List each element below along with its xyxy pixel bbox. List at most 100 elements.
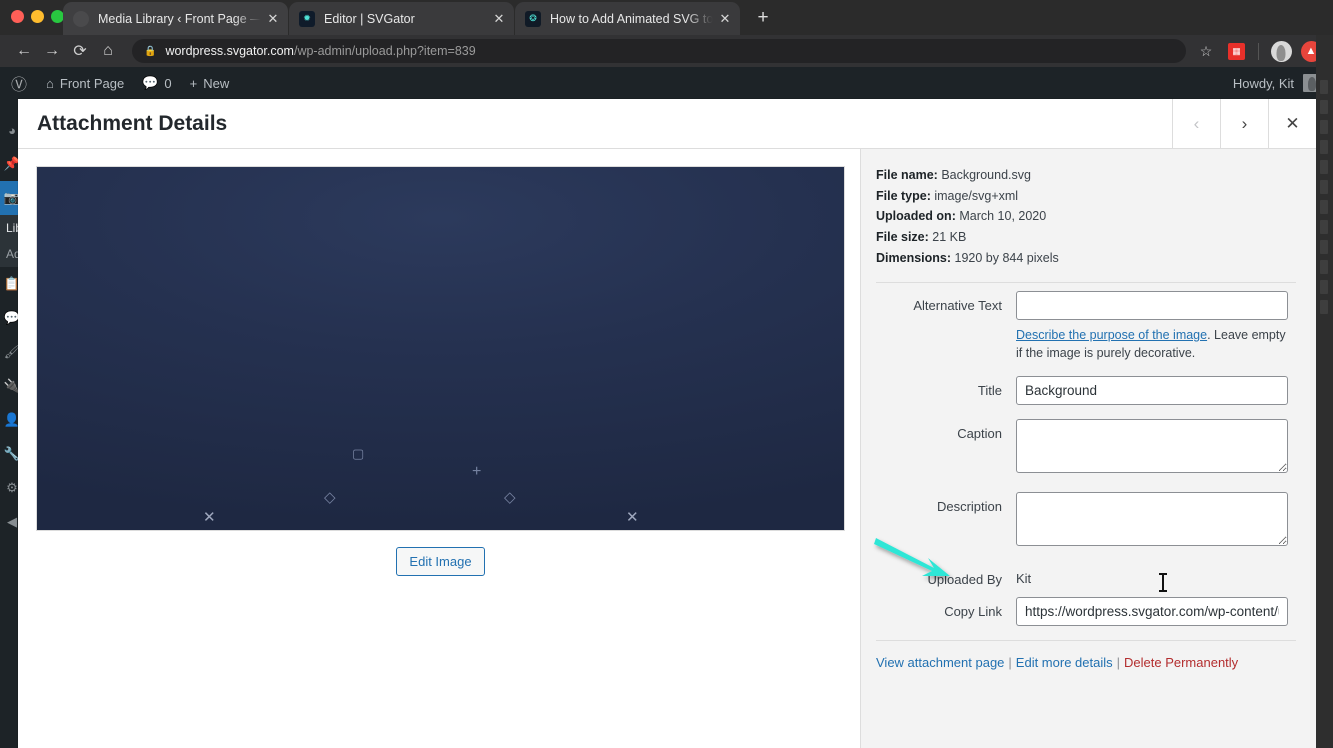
home-icon[interactable]: ⌂ <box>94 37 122 65</box>
new-tab-button[interactable]: + <box>749 4 777 32</box>
meta-file-type-value: image/svg+xml <box>934 188 1019 203</box>
metadata-divider <box>876 282 1296 284</box>
close-modal-button[interactable]: ✕ <box>1268 99 1316 148</box>
title-label: Title <box>977 383 1002 399</box>
toolbar-divider <box>1258 42 1259 60</box>
back-icon[interactable]: ← <box>10 37 38 65</box>
browser-tab-2-close-icon[interactable]: ✕ <box>490 10 508 28</box>
attachment-metadata: File name: Background.svg File type: ima… <box>876 165 1296 268</box>
describe-purpose-link[interactable]: Describe the purpose of the image <box>1016 328 1207 342</box>
description-textarea[interactable] <box>1016 492 1288 547</box>
footer-divider <box>876 640 1296 642</box>
meta-uploaded-on: Uploaded on: March 10, 2020 <box>876 206 1296 227</box>
browser-tab-2[interactable]: ✹ Editor | SVGator ✕ <box>289 2 514 35</box>
toolbar-icons: ☆ ▦ ▲ <box>1194 39 1323 63</box>
attachment-details-modal: Attachment Details ‹ › ✕ ▢ + ◇ ◇ ✕ ✕ Edi… <box>18 99 1316 748</box>
meta-file-type-label: File type: <box>876 188 931 203</box>
meta-uploaded-on-label: Uploaded on: <box>876 209 956 224</box>
browser-tab-1-close-icon[interactable]: ✕ <box>264 10 282 28</box>
copy-link-label: Copy Link <box>944 604 1002 620</box>
description-control <box>1016 492 1296 551</box>
meta-file-name: File name: Background.svg <box>876 165 1296 186</box>
adminbar-comments[interactable]: 💬 0 <box>133 67 180 99</box>
next-attachment-button[interactable]: › <box>1220 99 1268 148</box>
url-path: /wp-admin/upload.php?item=839 <box>293 44 476 58</box>
page-title: Attachment Details <box>37 111 228 135</box>
title-input[interactable] <box>1016 376 1288 406</box>
caption-textarea[interactable] <box>1016 419 1288 474</box>
link-separator-2: | <box>1116 655 1121 671</box>
delete-permanently-link[interactable]: Delete Permanently <box>1124 655 1238 670</box>
attachment-details-pane: File name: Background.svg File type: ima… <box>860 149 1316 748</box>
meta-dimensions-value: 1920 by 844 pixels <box>954 250 1059 265</box>
browser-tab-3[interactable]: ❂ How to Add Animated SVG to WordPress ✕ <box>515 2 740 35</box>
meta-file-type: File type: image/svg+xml <box>876 186 1296 207</box>
browser-tab-1[interactable]: Media Library ‹ Front Page — WordPress ✕ <box>63 2 288 35</box>
meta-file-name-label: File name: <box>876 168 938 182</box>
browser-tab-3-title: How to Add Animated SVG to WordPress <box>550 11 716 26</box>
caption-label: Caption <box>957 426 1002 442</box>
reload-icon[interactable]: ⟳ <box>66 37 94 65</box>
edit-image-row: Edit Image <box>36 547 845 576</box>
image-background <box>37 167 844 530</box>
forward-icon[interactable]: → <box>38 37 66 65</box>
wordpress-logo-icon[interactable]: Ⓥ <box>0 71 37 95</box>
title-row: Title <box>876 376 1296 406</box>
close-window-button[interactable] <box>11 10 24 23</box>
edit-image-button[interactable]: Edit Image <box>396 547 485 576</box>
browser-tab-3-close-icon[interactable]: ✕ <box>716 10 734 28</box>
link-separator-1: | <box>1008 655 1012 671</box>
home-icon: ⌂ <box>46 75 54 91</box>
plus-shape: + <box>472 463 482 480</box>
adminbar-new[interactable]: + New <box>181 67 239 99</box>
description-label: Description <box>936 499 1002 515</box>
copy-link-row: Copy Link <box>876 597 1296 627</box>
svgator-icon: ✹ <box>299 10 315 27</box>
previous-attachment-button[interactable]: ‹ <box>1172 99 1220 148</box>
meta-file-name-value: Background.svg <box>941 168 1031 182</box>
collapse-arrow-icon: ◀ <box>7 514 17 529</box>
adminbar-howdy: Howdy, Kit <box>1232 75 1294 91</box>
alt-text-row: Alternative Text Describe the purpose of… <box>876 291 1296 362</box>
wp-admin-bar: Ⓥ ⌂ Front Page 💬 0 + New Howdy, Kit <box>0 67 1333 99</box>
meta-file-size-value: 21 KB <box>932 229 967 244</box>
copy-link-input[interactable] <box>1016 597 1288 627</box>
alt-text-hint: Describe the purpose of the image. Leave… <box>1016 326 1288 362</box>
adminbar-site-label: Front Page <box>59 75 125 91</box>
adminbar-comments-count: 0 <box>164 75 172 91</box>
copy-link-control <box>1016 597 1296 627</box>
profile-avatar-icon[interactable] <box>1269 39 1293 63</box>
uploaded-by-value: Kit <box>1016 571 1032 587</box>
screen-root: Media Library ‹ Front Page — WordPress ✕… <box>0 0 1333 748</box>
diamond-shape-left: ◇ <box>324 489 336 506</box>
modal-header: Attachment Details ‹ › ✕ <box>18 99 1316 149</box>
cross-shape-left: ✕ <box>203 509 216 526</box>
browser-tab-bar: Media Library ‹ Front Page — WordPress ✕… <box>0 0 1333 35</box>
browser-tab-2-title: Editor | SVGator <box>324 11 415 26</box>
adminbar-site-name[interactable]: ⌂ Front Page <box>37 67 133 99</box>
grid-extension-icon[interactable]: ▦ <box>1224 39 1248 63</box>
view-attachment-page-link[interactable]: View attachment page <box>876 655 1004 670</box>
meta-uploaded-on-value: March 10, 2020 <box>959 209 1047 224</box>
generic-circle-icon <box>73 10 89 27</box>
edit-more-details-link[interactable]: Edit more details <box>1016 655 1113 670</box>
minimize-window-button[interactable] <box>31 10 44 23</box>
alt-text-control: Describe the purpose of the image. Leave… <box>1016 291 1296 362</box>
url-domain: wordpress.svgator.com <box>165 44 294 58</box>
meta-dimensions-label: Dimensions: <box>876 250 952 265</box>
meta-file-size: File size: 21 KB <box>876 227 1296 248</box>
right-edge-strip <box>1316 35 1333 748</box>
caption-control <box>1016 419 1296 478</box>
media-preview-pane: ▢ + ◇ ◇ ✕ ✕ Edit Image <box>18 149 860 748</box>
bookmark-star-icon[interactable]: ☆ <box>1194 39 1218 63</box>
browser-tab-1-title: Media Library ‹ Front Page — WordPress <box>98 11 264 26</box>
adminbar-new-label: New <box>203 75 230 91</box>
alt-text-input[interactable] <box>1016 291 1288 321</box>
attachment-image-preview: ▢ + ◇ ◇ ✕ ✕ <box>36 166 845 531</box>
blog-icon: ❂ <box>525 10 541 27</box>
cross-shape-right: ✕ <box>626 509 639 526</box>
modal-body: ▢ + ◇ ◇ ✕ ✕ Edit Image File name: Backgr… <box>18 149 1316 748</box>
address-bar[interactable]: 🔒 wordpress.svgator.com /wp-admin/upload… <box>132 39 1186 63</box>
dashboard-gauge-icon: ◕ <box>8 122 16 138</box>
window-controls <box>11 10 64 23</box>
